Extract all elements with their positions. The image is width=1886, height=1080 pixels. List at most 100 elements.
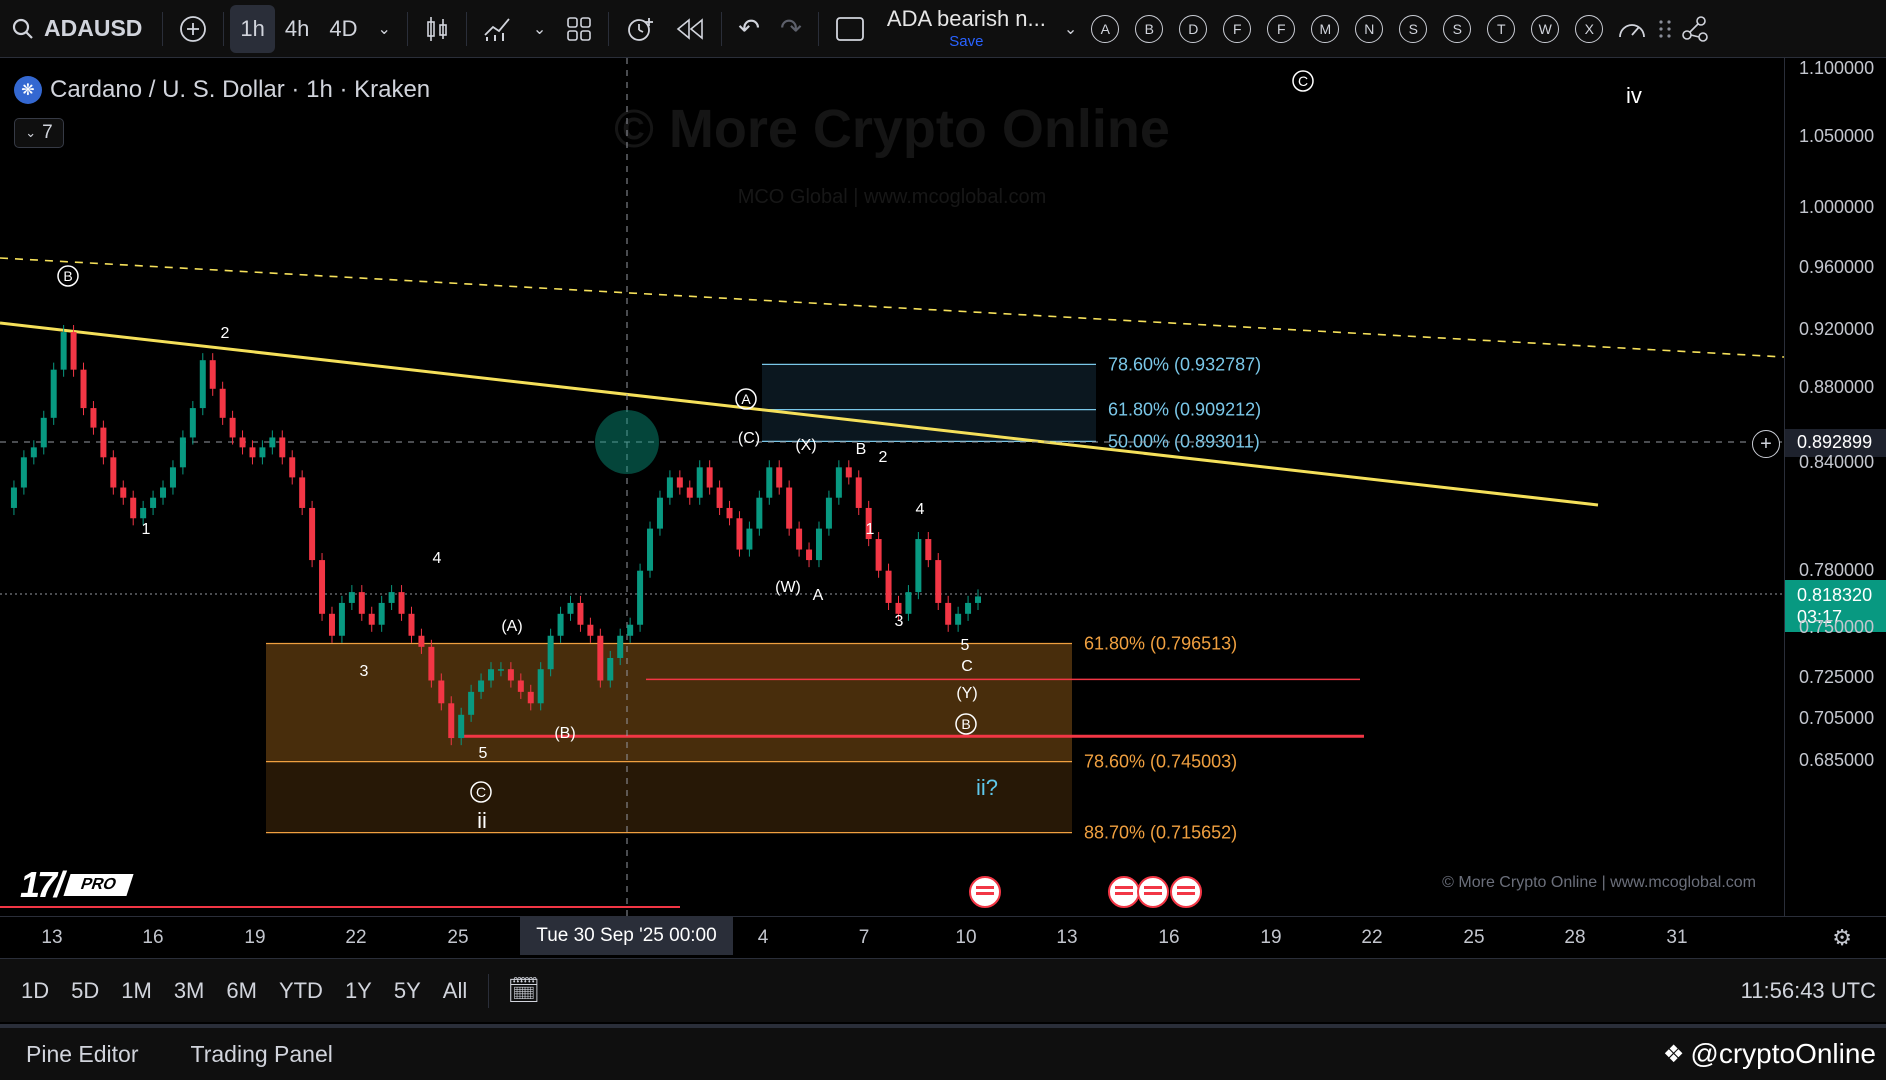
symbol-search-button[interactable]: ADAUSD [0,5,156,53]
indicators-button[interactable] [473,5,523,53]
drag-handle[interactable] [1657,5,1673,53]
candle-body [398,592,405,614]
candle-body [30,447,37,458]
letter-button-t[interactable]: T [1487,14,1516,43]
letter-button-x[interactable]: X [1575,14,1604,43]
fib-level-label: 78.60% (0.932787) [1108,354,1261,374]
candle-body [130,497,137,519]
share-button[interactable] [1681,5,1709,53]
range-button-ytd[interactable]: YTD [268,978,334,1004]
time-axis-label: 7 [858,927,870,948]
candle-body [448,703,455,739]
candle-body [120,487,127,498]
redo-button[interactable]: ↷ [770,5,812,53]
candle-body [150,497,157,508]
tradingview-logo[interactable]: 17/ PRO [20,864,134,906]
symbol-name: ADAUSD [44,15,143,41]
candle-body [766,467,773,498]
range-button-3m[interactable]: 3M [163,978,216,1004]
candle-body [90,408,97,428]
candle-body [438,680,445,704]
candlestick-icon [427,16,447,41]
tab-pine-editor[interactable]: Pine Editor [26,1041,139,1068]
alert-button[interactable] [615,5,665,53]
candle-body [815,528,822,561]
time-axis-label: 22 [345,927,367,948]
add-price-alert-button[interactable]: + [1752,430,1780,458]
indicators-dropdown-button[interactable]: ⌄ [523,5,556,53]
letter-button-m[interactable]: M [1311,14,1340,43]
tab-trading-panel[interactable]: Trading Panel [191,1041,333,1068]
chart-type-button[interactable] [414,5,460,53]
diamond-logo-icon: ❖ [1662,1040,1685,1068]
candle-body [239,437,246,448]
chart-legend[interactable]: ❋ Cardano / U. S. Dollar · 1h · Kraken [14,76,430,104]
candle-body [875,539,882,571]
letter-button-w[interactable]: W [1531,14,1560,43]
utc-clock[interactable]: 11:56:43 UTC [1741,978,1876,1004]
letter-button-f[interactable]: F [1223,14,1252,43]
layout-dropdown-button[interactable]: ⌄ [1058,5,1083,53]
time-axis-label: 10 [955,927,977,948]
compare-symbol-button[interactable] [169,5,217,53]
range-button-5y[interactable]: 5Y [383,978,432,1004]
time-axis[interactable]: Tue 30 Sep '25 00:00 ⚙ 13 16 19 22 25 4 7 10 13 1… [0,916,1886,958]
gauge-icon [1619,23,1646,37]
time-axis-label: 25 [1463,927,1485,948]
dots-grid-icon [1659,19,1671,38]
letter-button-n[interactable]: N [1355,14,1384,43]
letter-button-f[interactable]: F [1267,14,1296,43]
range-button-1m[interactable]: 1M [110,978,163,1004]
candle-body [806,549,813,561]
range-button-1d[interactable]: 1D [10,978,60,1004]
share-nodes-icon [1682,15,1709,42]
candle-body [269,437,276,448]
candle-body [547,635,554,670]
layout-name-button[interactable]: ADA bearish n... Save [875,8,1058,50]
letter-button-s[interactable]: S [1399,14,1428,43]
candle-body [100,427,107,458]
interval-4d-button[interactable]: 4D [319,5,367,53]
price-chart[interactable]: 61.80% (0.796513) 78.60% (0.745003) 88.70%… [0,58,1784,916]
letter-button-d[interactable]: D [1179,14,1208,43]
interval-4h-button[interactable]: 4h [275,5,319,53]
layout-grid-button[interactable] [556,5,602,53]
range-button-all[interactable]: All [432,978,478,1004]
candle-body [706,467,713,488]
candle-body [686,487,693,498]
undo-button[interactable]: ↶ [728,5,770,53]
chart-pane[interactable]: © More Crypto Online MCO Global | www.mc… [0,58,1784,916]
candle-body [965,602,972,614]
letter-button-b[interactable]: B [1135,14,1164,43]
candle-body [885,570,892,603]
wave-label: 4 [916,501,925,518]
range-button-5d[interactable]: 5D [60,978,110,1004]
candle-body [468,691,475,715]
letter-button-a[interactable]: A [1091,14,1120,43]
candle-body [368,613,375,625]
interval-dropdown-button[interactable]: ⌄ [367,5,400,53]
range-button-1y[interactable]: 1Y [334,978,383,1004]
indicators-collapse-button[interactable]: ⌄ 7 [14,118,64,148]
fullscreen-button[interactable] [825,5,875,53]
gear-icon[interactable]: ⚙ [1832,925,1852,951]
candle-body [537,669,544,704]
wave-label: C [961,658,973,675]
range-button-6m[interactable]: 6M [215,978,268,1004]
candle-body [627,624,634,636]
time-axis-label: 28 [1564,927,1586,948]
price-axis[interactable]: 0.892899 0.818320 03:17 1.100000 1.050000… [1784,58,1886,916]
resistance-trendline [0,321,1599,507]
letter-button-s[interactable]: S [1443,14,1472,43]
pro-badge: PRO [63,874,134,896]
time-axis-label: 25 [447,927,469,948]
calendar-goto-icon[interactable]: 🗓 [507,975,540,1006]
cursor-highlight [595,410,659,474]
interval-1h-button[interactable]: 1h [230,4,275,53]
speedometer-button[interactable] [1617,5,1647,53]
time-axis-label: 31 [1666,927,1688,948]
search-icon [12,18,33,39]
fib-level-label: 61.80% (0.796513) [1084,633,1237,653]
candle-body [557,613,564,636]
replay-button[interactable] [665,5,715,53]
